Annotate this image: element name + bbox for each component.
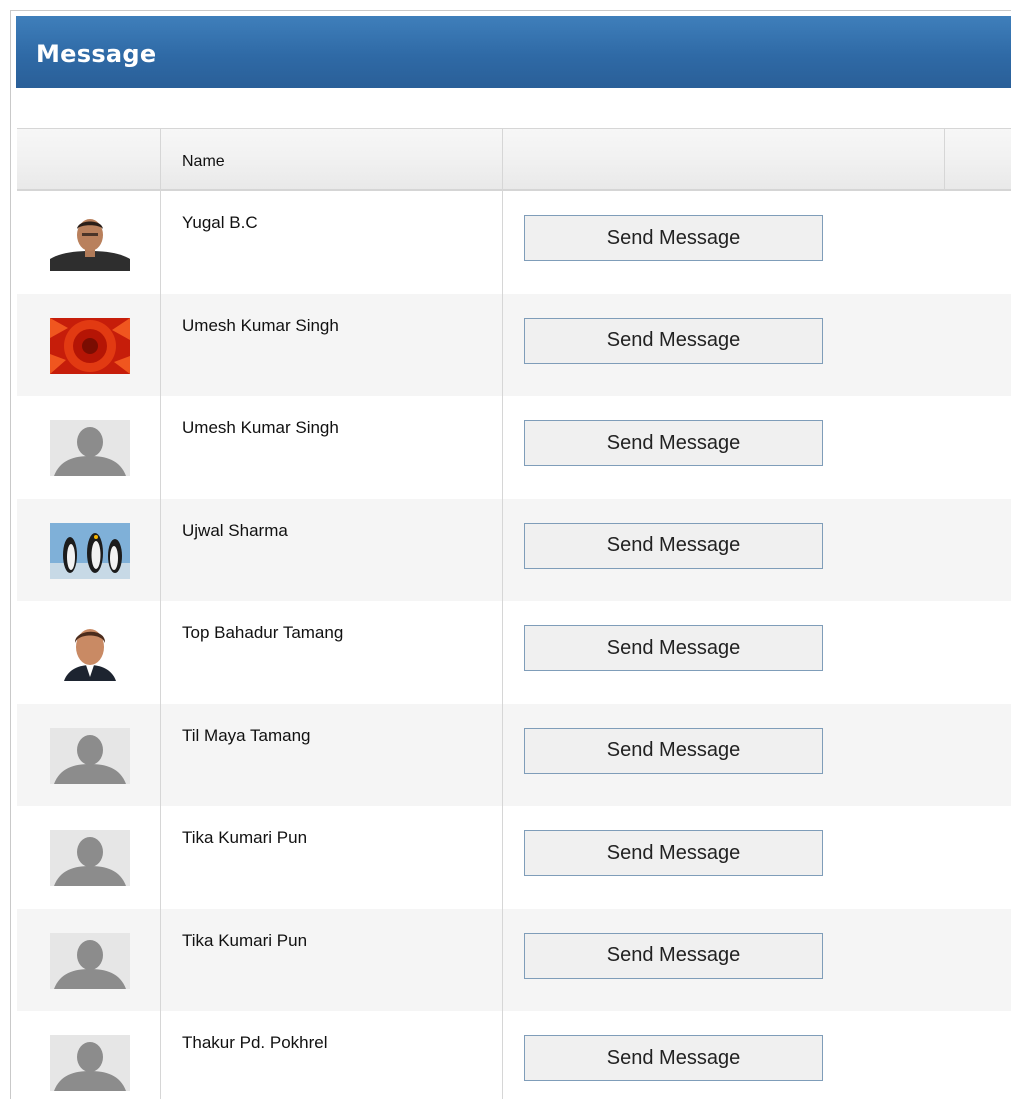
member-name: Tika Kumari Pun — [182, 828, 308, 847]
table-row: Top Bahadur Tamang Send Message — [17, 601, 1011, 704]
avatar — [50, 522, 130, 579]
table-row: Til Maya Tamang Send Message — [17, 703, 1011, 806]
table-row: Tika Kumari Pun Send Message — [17, 806, 1011, 909]
avatar — [50, 625, 130, 681]
avatar — [50, 215, 130, 271]
send-message-button[interactable]: Send Message — [524, 932, 823, 979]
send-message-button[interactable]: Send Message — [524, 522, 823, 569]
avatar — [50, 420, 130, 476]
send-message-button[interactable]: Send Message — [524, 215, 823, 261]
avatar — [50, 932, 130, 989]
table-row: Yugal B.C Send Message — [17, 191, 1011, 294]
member-name: Yugal B.C — [182, 213, 258, 232]
send-message-button[interactable]: Send Message — [524, 727, 823, 774]
member-name: Ujwal Sharma — [182, 520, 288, 540]
table-row: Ujwal Sharma Send Message — [17, 498, 1011, 601]
avatar — [50, 727, 130, 784]
avatar — [50, 317, 130, 374]
table-row: Tika Kumari Pun Send Message — [17, 908, 1011, 1011]
send-message-button[interactable]: Send Message — [524, 420, 823, 466]
members-grid: Name Yugal B.C Send Message Umesh Kumar Si… — [17, 128, 1011, 1099]
table-row: Thakur Pd. Pokhrel Send Message — [17, 1011, 1011, 1099]
grid-body: Yugal B.C Send Message Umesh Kumar Singh Se… — [17, 191, 1011, 1099]
table-row: Umesh Kumar Singh Send Message — [17, 293, 1011, 396]
column-header-name[interactable]: Name — [182, 153, 225, 171]
member-name: Top Bahadur Tamang — [182, 623, 344, 642]
panel-header: Message — [16, 16, 1011, 88]
message-panel: Message Name Yugal B.C Send Message Umesh … — [10, 10, 1011, 1099]
avatar — [50, 830, 130, 886]
member-name: Tika Kumari Pun — [182, 930, 308, 950]
table-row: Umesh Kumar Singh Send Message — [17, 396, 1011, 499]
panel-title: Message — [36, 40, 157, 68]
send-message-button[interactable]: Send Message — [524, 1035, 823, 1081]
grid-header: Name — [17, 129, 1011, 191]
avatar — [50, 1035, 130, 1091]
member-name: Til Maya Tamang — [182, 725, 311, 745]
member-name: Umesh Kumar Singh — [182, 315, 339, 335]
send-message-button[interactable]: Send Message — [524, 317, 823, 364]
send-message-button[interactable]: Send Message — [524, 625, 823, 671]
send-message-button[interactable]: Send Message — [524, 830, 823, 876]
member-name: Thakur Pd. Pokhrel — [182, 1033, 328, 1052]
member-name: Umesh Kumar Singh — [182, 418, 339, 437]
